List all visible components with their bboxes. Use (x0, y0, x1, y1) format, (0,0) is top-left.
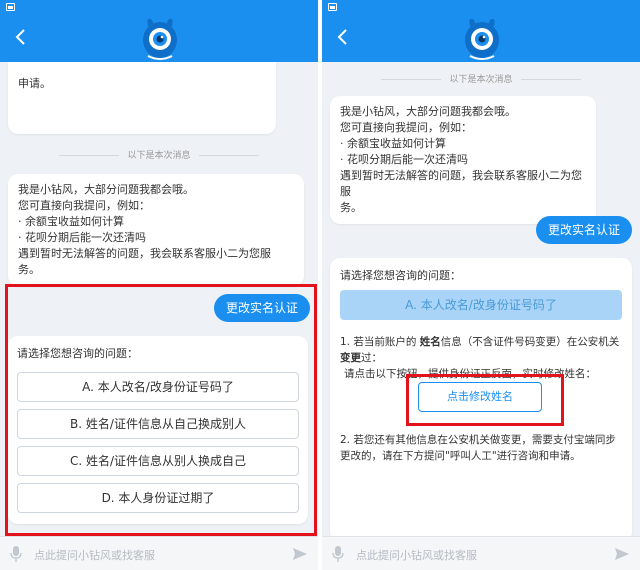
message-line: · 花呗分期后能一次还清吗 (18, 231, 146, 244)
send-icon[interactable] (292, 546, 308, 562)
image-icon (328, 3, 337, 11)
message-line: · 余额宝收益如何计算 (340, 137, 446, 150)
message-line: · 花呗分期后能一次还清吗 (340, 153, 468, 166)
previous-message-bubble: 申请。 (8, 62, 276, 134)
info-text: 1. 若当前账户的 (340, 336, 420, 348)
message-line: 您可直接向我提问，例如： (18, 199, 150, 212)
image-icon (6, 3, 15, 11)
message-line: 我是小钻风，大部分问题我都会哦。 (340, 105, 516, 118)
input-bar: 点此提问小钻风或找客服 (322, 536, 640, 570)
chat-panel-left: 申请。 以下是本次消息 我是小钻风，大部分问题我都会哦。 您可直接向我提问，例如… (0, 0, 318, 570)
session-separator: 以下是本次消息 (0, 148, 318, 161)
highlight-frame (5, 284, 317, 536)
message-line: 我是小钻风，大部分问题我都会哦。 (18, 183, 194, 196)
message-line: 遇到暂时无法解答的问题，我会联系客服小二为您服 (18, 247, 271, 260)
send-icon[interactable] (614, 546, 630, 562)
input-bar: 点此提问小钻风或找客服 (0, 536, 318, 570)
bot-greeting-bubble: 我是小钻风，大部分问题我都会哦。 您可直接向我提问，例如： · 余额宝收益如何计… (8, 174, 304, 286)
chevron-left-icon[interactable] (10, 26, 32, 48)
session-separator: 以下是本次消息 (322, 72, 640, 85)
info-text: 2. 若您还有其他信息在公安机关做变更，需要支付宝端同步 (340, 434, 616, 446)
selected-option-a[interactable]: A. 本人改名/改身份证号码了 (340, 290, 622, 320)
microphone-icon[interactable] (332, 546, 344, 562)
bot-greeting-bubble: 我是小钻风，大部分问题我都会哦。 您可直接向我提问，例如： · 余额宝收益如何计… (330, 96, 596, 224)
info-bold-change: 变更 (340, 352, 361, 364)
message-line: · 余额宝收益如何计算 (18, 215, 124, 228)
info-text: 信息（不含证件号码变更）在公安机关 (440, 336, 620, 348)
highlight-frame (406, 374, 564, 426)
info-bold-name: 姓名 (419, 336, 441, 348)
info-text: 更改的，请在下方提问"呼叫人工"进行咨询和申请。 (340, 450, 581, 462)
info-text: 过： (361, 352, 382, 364)
question-input[interactable]: 点此提问小钻风或找客服 (356, 547, 477, 563)
bot-mascot-logo (460, 16, 504, 62)
message-line: 务。 (18, 263, 40, 276)
chat-content[interactable]: 申请。 以下是本次消息 我是小钻风，大部分问题我都会哦。 您可直接向我提问，例如… (0, 62, 318, 536)
chevron-left-icon[interactable] (332, 26, 354, 48)
status-bar (0, 0, 318, 14)
user-message-bubble: 更改实名认证 (535, 216, 632, 244)
status-bar (322, 0, 640, 14)
message-line: 务。 (340, 201, 362, 214)
chat-panel-right: 以下是本次消息 我是小钻风，大部分问题我都会哦。 您可直接向我提问，例如： · … (322, 0, 640, 570)
message-text: 申请。 (18, 77, 51, 90)
message-line: 遇到暂时无法解答的问题，我会联系客服小二为您服 (340, 169, 582, 198)
bot-mascot-logo (138, 16, 182, 62)
info-paragraph-2: 2. 若您还有其他信息在公安机关做变更，需要支付宝端同步 更改的，请在下方提问"… (340, 432, 628, 464)
chat-header (322, 14, 640, 62)
chat-header (0, 14, 318, 62)
options-prompt: 请选择您想咨询的问题： (340, 269, 461, 282)
message-line: 您可直接向我提问，例如： (340, 121, 472, 134)
chat-content[interactable]: 以下是本次消息 我是小钻风，大部分问题我都会哦。 您可直接向我提问，例如： · … (322, 62, 640, 536)
microphone-icon[interactable] (10, 546, 22, 562)
question-input[interactable]: 点此提问小钻风或找客服 (34, 547, 155, 563)
